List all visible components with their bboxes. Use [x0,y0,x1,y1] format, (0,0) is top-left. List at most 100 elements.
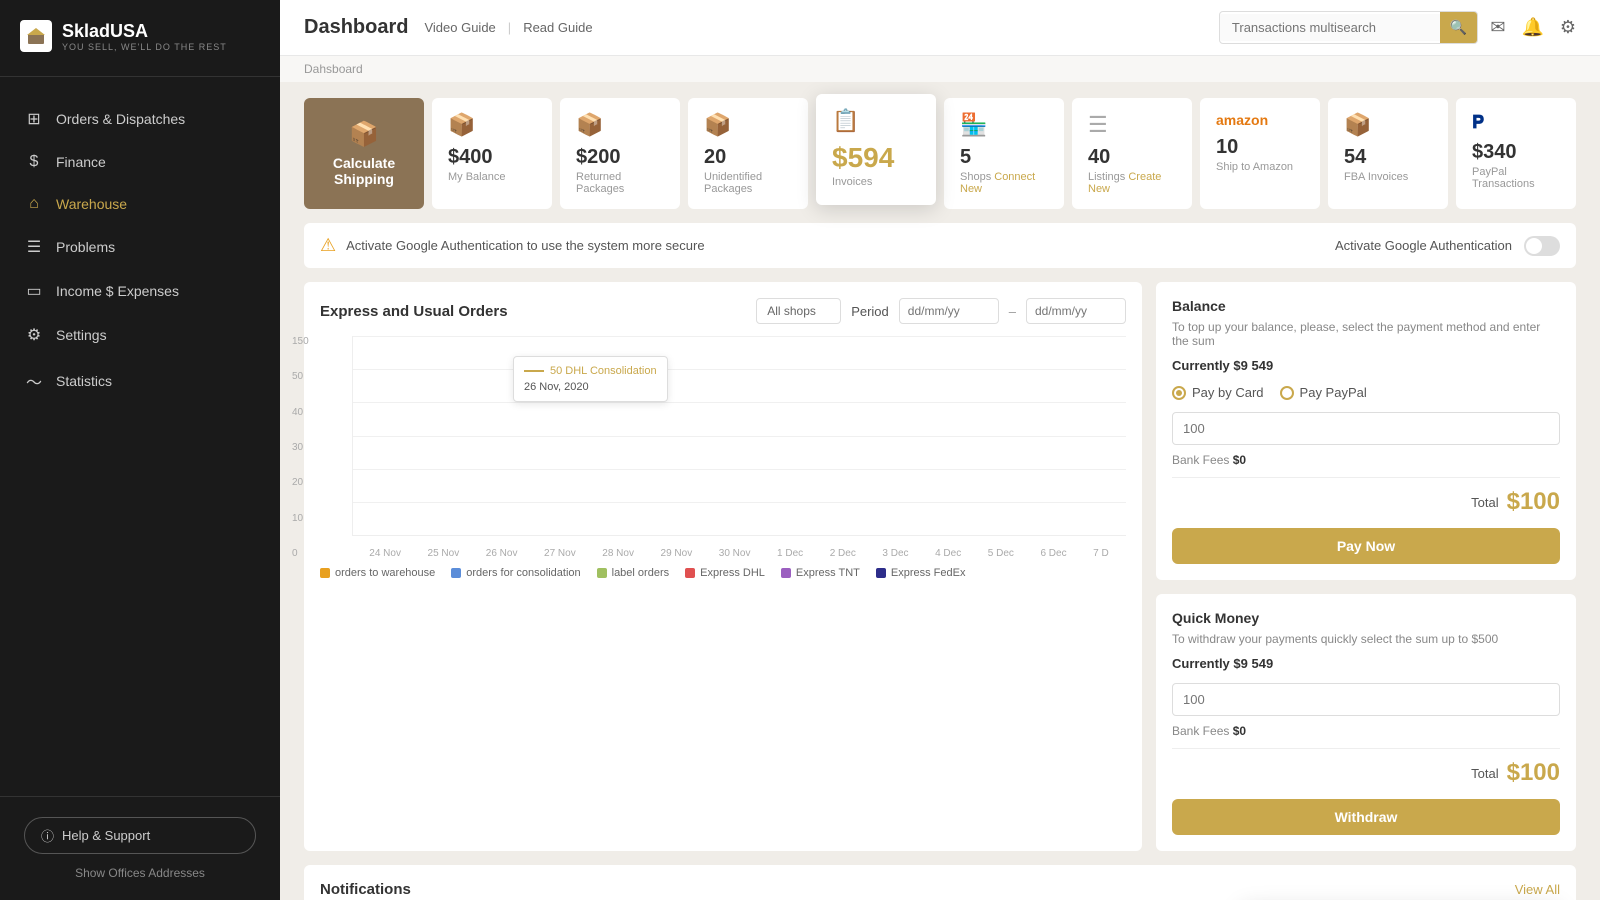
unidentified-card: 📦 20 Unidentified Packages [688,98,808,209]
sidebar-item-statistics[interactable]: 〜 Statistics [0,357,280,405]
view-all-link[interactable]: View All [1515,882,1560,897]
pay-now-button[interactable]: Pay Now [1172,528,1560,564]
chart-tooltip: 50 DHL Consolidation 26 Nov, 2020 [513,356,668,402]
period-start-input[interactable] [899,298,999,324]
fba-card: 📦 54 FBA Invoices [1328,98,1448,209]
pay-paypal-option[interactable]: Pay PayPal [1280,385,1367,400]
pay-card-radio[interactable] [1172,386,1186,400]
returned-packages-card: 📦 $200 Returned Packages [560,98,680,209]
main-grid: Express and Usual Orders All shops Perio… [304,282,1576,851]
legend-dhl-label: Express DHL [700,567,765,579]
legend-dhl-dot [685,568,695,578]
google-auth-toggle[interactable] [1524,236,1560,256]
sidebar-item-statistics-label: Statistics [56,373,112,389]
paypal-label: PayPal Transactions [1472,166,1560,190]
pay-paypal-radio[interactable] [1280,386,1294,400]
sidebar-item-settings[interactable]: ⚙ Settings [0,313,280,357]
balance-panel: Balance To top up your balance, please, … [1156,282,1576,580]
show-offices-link[interactable]: Show Offices Addresses [24,866,256,880]
legend-fedex-label: Express FedEx [891,567,966,579]
balance-icon: 📦 [448,112,536,138]
logo-icon [20,20,52,52]
invoices-label: Invoices [832,176,920,188]
currently-label: Currently [1172,358,1233,373]
notifications-section: Notifications View All Proform Creation … [304,865,1576,900]
mail-icon[interactable]: ✉ [1490,17,1505,38]
legend-label-label: label orders [612,567,669,579]
returned-icon: 📦 [576,112,664,138]
logo-tagline: YOU SELL, WE'LL DO THE REST [62,42,227,52]
main-content: Dashboard Video Guide | Read Guide 🔍 ✉ 🔔… [280,0,1600,900]
help-support-button[interactable]: ⓘ Help & Support [24,817,256,854]
search-button[interactable]: 🔍 [1440,12,1477,43]
tooltip-label: 50 DHL Consolidation [524,365,657,377]
sidebar-item-orders[interactable]: ⊞ Orders & Dispatches [0,97,280,141]
period-label: Period [851,304,889,319]
x-axis-labels: 24 Nov25 Nov26 Nov27 Nov28 Nov29 Nov30 N… [352,544,1126,559]
balance-sum-input[interactable] [1172,412,1560,445]
invoices-value: $594 [832,142,920,174]
shops-value: 5 [960,146,1048,169]
period-end-input[interactable] [1026,298,1126,324]
total-label: Total [1471,495,1498,510]
sidebar-item-finance[interactable]: $ Finance [0,141,280,183]
sidebar-item-orders-label: Orders & Dispatches [56,111,185,127]
bar-chart-area: 50 DHL Consolidation 26 Nov, 2020 [352,336,1126,536]
bars-container [353,336,1126,535]
calculate-shipping-card[interactable]: 📦 CalculateShipping [304,98,424,209]
quick-money-sum-input[interactable] [1172,683,1560,716]
legend-label-orders: label orders [597,567,669,579]
my-balance-card: 📦 $400 My Balance [432,98,552,209]
search-input[interactable] [1220,14,1440,41]
notifications-header: Notifications View All [320,881,1560,898]
returned-label: Returned Packages [576,171,664,195]
shops-connect-link[interactable]: Connect New [960,171,1035,195]
pay-paypal-label: Pay PayPal [1300,385,1367,400]
search-box: 🔍 [1219,11,1478,44]
balance-panel-desc: To top up your balance, please, select t… [1172,320,1560,348]
withdraw-button[interactable]: Withdraw [1172,799,1560,835]
read-guide-link[interactable]: Read Guide [523,20,592,35]
quick-money-divider [1172,748,1560,749]
chart-section: Express and Usual Orders All shops Perio… [304,282,1142,851]
amazon-value: 10 [1216,136,1304,159]
listings-create-link[interactable]: Create New [1088,171,1161,195]
quick-money-panel: Quick Money To withdraw your payments qu… [1156,594,1576,851]
fba-icon: 📦 [1344,112,1432,138]
header-right: 🔍 ✉ 🔔 ⚙ [1219,11,1576,44]
warehouse-icon: ⌂ [24,195,44,213]
sidebar-item-problems[interactable]: ☰ Problems [0,225,280,269]
sidebar-item-income[interactable]: ▭ Income $ Expenses [0,269,280,313]
legend-warehouse-label: orders to warehouse [335,567,435,579]
unidentified-icon: 📦 [704,112,792,138]
alert-message: Activate Google Authentication to use th… [346,238,704,253]
video-guide-link[interactable]: Video Guide [424,20,495,35]
amazon-icon: amazon [1216,112,1304,128]
fba-value: 54 [1344,146,1432,169]
qm-total-label: Total [1471,766,1498,781]
alert-left: ⚠ Activate Google Authentication to use … [320,235,705,256]
legend-tnt: Express TNT [781,567,860,579]
sidebar-item-warehouse[interactable]: ⌂ Warehouse [0,183,280,225]
legend-consolidation-dot [451,568,461,578]
legend-warehouse: orders to warehouse [320,567,435,579]
sidebar-item-income-label: Income $ Expenses [56,283,179,299]
listings-value: 40 [1088,146,1176,169]
calc-icon: 📦 [349,120,379,149]
shop-dropdown[interactable]: All shops [756,298,841,324]
statistics-icon: 〜 [24,369,44,393]
shops-label: Shops Connect New [960,171,1048,195]
pay-card-label: Pay by Card [1192,385,1264,400]
sidebar-item-finance-label: Finance [56,154,106,170]
alert-bar: ⚠ Activate Google Authentication to use … [304,223,1576,268]
legend-dhl: Express DHL [685,567,765,579]
invoices-icon: 📋 [832,108,920,134]
fba-label: FBA Invoices [1344,171,1432,183]
pay-card-option[interactable]: Pay by Card [1172,385,1264,400]
sidebar: SkladUSA YOU SELL, WE'LL DO THE REST ⊞ O… [0,0,280,900]
alert-icon: ⚠ [320,235,336,256]
unidentified-value: 20 [704,146,792,169]
content-area: 📦 CalculateShipping 📦 $400 My Balance 📦 … [280,82,1600,900]
gear-icon[interactable]: ⚙ [1560,17,1576,38]
bell-icon[interactable]: 🔔 [1521,17,1543,38]
